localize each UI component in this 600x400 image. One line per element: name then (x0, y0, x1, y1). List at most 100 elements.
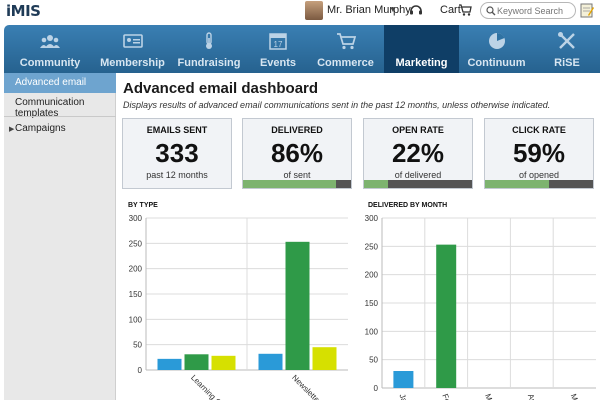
kpi-card-delivered: DELIVERED 86% of sent (242, 118, 352, 189)
nav-commerce[interactable]: Commerce (307, 25, 384, 73)
kpi-progress-bar (243, 180, 351, 188)
chart-title-by-type: BY TYPE (128, 202, 158, 209)
main-nav: Community Membership Fundraising 17 Even… (4, 25, 600, 73)
kpi-value: 59% (512, 138, 566, 168)
nav-label: Continuum (467, 57, 526, 69)
kpi-value: 333 (155, 138, 199, 168)
y-tick-label: 250 (129, 239, 143, 248)
y-tick-label: 300 (129, 214, 143, 223)
x-tick-label: Ma (569, 393, 581, 400)
bar (184, 354, 209, 370)
chart-title-delivered-by-month: DELIVERED BY MONTH (368, 202, 448, 209)
nav-label: Community (19, 57, 81, 69)
user-menu-caret-icon[interactable]: ▼ (389, 5, 397, 14)
x-tick-label: Fe (440, 393, 452, 400)
kpi-subtext: of sent (283, 170, 311, 180)
sidebar-item-campaigns[interactable]: ▶ Campaigns (4, 119, 116, 139)
bar (211, 355, 236, 370)
nav-fundraising[interactable]: Fundraising (169, 25, 249, 73)
search-box (480, 2, 576, 19)
y-tick-label: 150 (129, 290, 143, 299)
kpi-card-emails-sent: EMAILS SENT 333 past 12 months (122, 118, 232, 189)
bar (312, 347, 337, 370)
nav-membership[interactable]: Membership (96, 25, 169, 73)
pie-chart-icon (488, 32, 505, 49)
bar (258, 353, 283, 370)
sidebar-item-advanced-email[interactable]: Advanced email (4, 73, 116, 93)
kpi-progress-bar (485, 180, 593, 188)
nav-community[interactable]: Community (4, 25, 96, 73)
y-tick-label: 200 (129, 265, 143, 274)
nav-label: Commerce (317, 57, 374, 69)
bar (285, 241, 310, 370)
bar (436, 244, 457, 388)
y-tick-label: 0 (138, 366, 143, 375)
shopping-cart-icon (336, 33, 356, 50)
sidebar-divider (4, 116, 116, 117)
notes-icon[interactable] (580, 3, 594, 18)
nav-label: Fundraising (177, 57, 241, 69)
kpi-progress-fill (485, 180, 549, 188)
page-title: Advanced email dashboard (123, 80, 319, 97)
kpi-label: DELIVERED (271, 125, 323, 135)
sidebar-item-label: Advanced email (15, 77, 87, 88)
y-tick-label: 50 (133, 341, 142, 350)
membership-card-icon (122, 34, 143, 48)
imis-logo[interactable]: iMIS (6, 2, 41, 20)
top-bar: iMIS Mr. Brian Murphy ▼ Cart (0, 0, 600, 22)
nav-rise[interactable]: RiSE (534, 25, 600, 73)
x-tick-label: Ja (398, 393, 410, 400)
tools-icon (558, 32, 575, 49)
kpi-value: 22% (391, 138, 445, 168)
thermometer-icon (206, 32, 212, 49)
nav-marketing[interactable]: Marketing (384, 25, 459, 73)
y-tick-label: 50 (369, 356, 378, 365)
kpi-label: OPEN RATE (392, 125, 444, 135)
nav-label: Events (259, 57, 297, 69)
kpi-subtext: of delivered (394, 170, 442, 180)
user-name[interactable]: Mr. Brian Murphy (327, 4, 411, 16)
expand-arrow-icon[interactable]: ▶ (9, 125, 14, 133)
headset-icon[interactable] (409, 3, 423, 17)
kpi-progress-fill (243, 180, 336, 188)
y-tick-label: 300 (365, 214, 379, 223)
search-icon[interactable] (486, 6, 496, 16)
x-tick-label: Ap (526, 393, 538, 400)
kpi-label: CLICK RATE (512, 125, 566, 135)
y-tick-label: 150 (365, 299, 379, 308)
y-tick-label: 200 (365, 271, 379, 280)
bar (393, 371, 414, 388)
kpi-card-click-rate: CLICK RATE 59% of opened (484, 118, 594, 189)
kpi-progress-bar (364, 180, 472, 188)
nav-label: Membership (100, 57, 165, 69)
sidebar: Advanced email Communication templates ▶… (4, 73, 116, 400)
x-tick-label: Learning C (189, 373, 223, 400)
kpi-card-open-rate: OPEN RATE 22% of delivered (363, 118, 473, 189)
kpi-value: 86% (270, 138, 324, 168)
search-input[interactable] (497, 4, 573, 17)
kpi-subtext: past 12 months (146, 170, 208, 180)
by-type-chart: 0 50 100 150 200 250 300 Learning C Newsletter (129, 214, 348, 400)
kpi-label: EMAILS SENT (146, 125, 208, 135)
nav-label: Marketing (395, 57, 448, 69)
y-tick-label: 100 (365, 327, 379, 336)
sidebar-item-communication-templates[interactable]: Communication templates (4, 93, 116, 119)
y-tick-label: 0 (374, 384, 379, 393)
nav-events[interactable]: 17 Events (249, 25, 307, 73)
page-description: Displays results of advanced email commu… (123, 100, 551, 110)
user-avatar[interactable] (305, 1, 323, 20)
calendar-icon: 17 (269, 33, 287, 50)
x-tick-label: Ma (483, 393, 495, 400)
bar (157, 358, 182, 370)
x-tick-label: Newsletter (290, 373, 323, 400)
nav-continuum[interactable]: Continuum (459, 25, 534, 73)
calendar-icon-day: 17 (274, 40, 283, 49)
community-icon (40, 35, 60, 48)
y-tick-label: 100 (129, 315, 143, 324)
delivered-by-month-chart: 0 50 100 150 200 250 300 Ja Fe Ma Ap Ma (365, 214, 596, 400)
kpi-progress-fill (364, 180, 388, 188)
kpi-subtext: of opened (518, 170, 560, 180)
y-tick-label: 250 (365, 242, 379, 251)
cart-icon[interactable] (458, 4, 472, 16)
nav-label: RiSE (554, 57, 580, 69)
